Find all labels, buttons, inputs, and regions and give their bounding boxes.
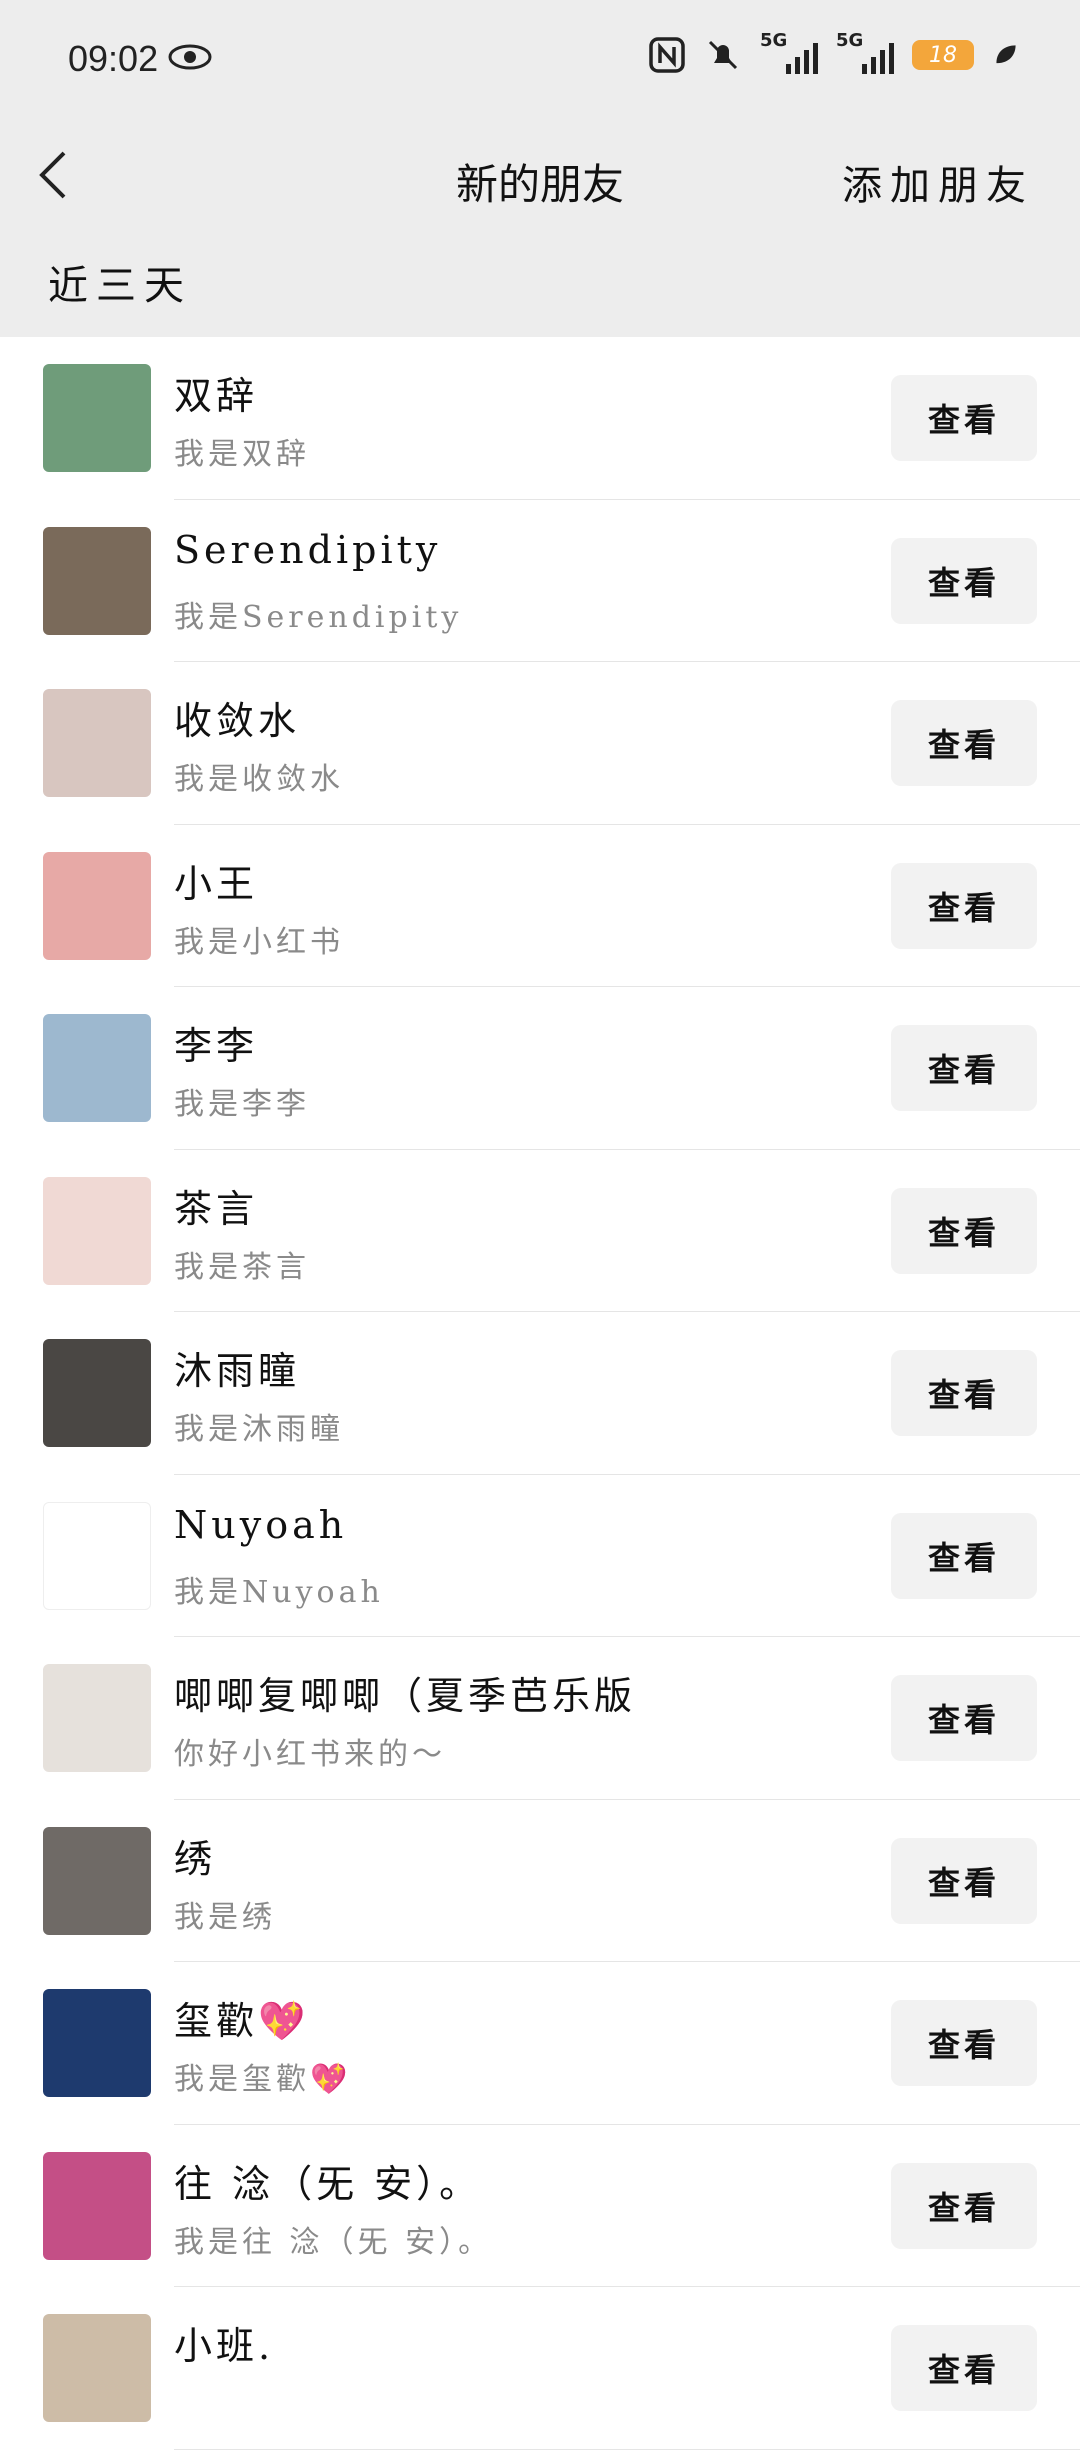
list-item[interactable]: 玺歡💖 我是玺歡💖 查看 [0, 1962, 1080, 2125]
leaf-icon [996, 45, 1016, 64]
nfc-icon [649, 37, 685, 73]
list-item[interactable]: 收敛水我是收敛水 查看 [0, 662, 1080, 825]
friend-message: 我是沐雨瞳 [174, 1412, 344, 1447]
avatar[interactable] [43, 1501, 151, 1610]
avatar[interactable] [43, 364, 151, 472]
view-button[interactable]: 查看 [891, 537, 1037, 624]
friend-message: 我是小红书 [174, 924, 344, 960]
friend-message: 我是玺歡💖 [174, 2062, 352, 2097]
view-button[interactable]: 查看 [891, 2162, 1037, 2249]
list-item[interactable]: 李李我是李李 查看 [0, 987, 1080, 1150]
avatar[interactable] [43, 1014, 151, 1122]
view-button[interactable]: 查看 [891, 375, 1037, 461]
status-bar: 09:02 5G 5G 18 [0, 0, 1080, 125]
list-item[interactable]: Nuyoah 我是Nuyoah 查看 [0, 1475, 1080, 1637]
friend-message: 我是收敛水 [174, 762, 344, 797]
battery-level: 18 [929, 42, 957, 68]
list-item[interactable]: Serendipity 我是Serendipity 查看 [0, 500, 1080, 662]
avatar[interactable] [43, 526, 151, 635]
signal-label-1: 5G [760, 30, 788, 51]
avatar[interactable] [43, 2314, 151, 2422]
list-item[interactable]: 双辞我是双辞 查看 [0, 337, 1080, 500]
avatar[interactable] [43, 1176, 151, 1285]
view-button[interactable]: 查看 [891, 2000, 1037, 2086]
eye-icon [168, 44, 212, 70]
view-button[interactable]: 查看 [891, 1025, 1037, 1111]
mute-bell-icon [708, 40, 738, 70]
section-title: 近三天 [48, 263, 192, 309]
list-item[interactable]: 小王我是小红书 查看 [0, 825, 1080, 987]
avatar[interactable] [43, 1989, 151, 2097]
friend-name: 李李 [174, 1024, 259, 1068]
friend-message: 我是茶言 [174, 1249, 310, 1285]
signal-icon-2: 5G [836, 30, 894, 74]
signal-icon: 5G [760, 30, 818, 74]
status-time: 09:02 [68, 38, 159, 79]
avatar[interactable] [43, 2151, 151, 2260]
avatar[interactable] [43, 851, 151, 960]
signal-label-2: 5G [836, 30, 864, 51]
avatar[interactable] [43, 1664, 151, 1772]
friend-name: 小王 [174, 861, 259, 906]
avatar[interactable] [43, 1339, 151, 1447]
status-icons: 5G 5G 18 [648, 30, 1020, 74]
friend-name: 绣 [174, 1836, 217, 1881]
friend-message: 我是双辞 [174, 437, 310, 472]
avatar[interactable] [43, 1826, 151, 1935]
friend-message: 你好小红书来的～ [174, 1737, 446, 1772]
view-button[interactable]: 查看 [891, 862, 1037, 949]
friend-name: 玺歡💖 [174, 1999, 310, 2043]
view-button[interactable]: 查看 [891, 2325, 1037, 2411]
friend-name: 唧唧复唧唧（夏季芭乐版 [174, 1674, 637, 1718]
add-friend-button[interactable]: 添加朋友 [842, 153, 1034, 211]
friend-name: Nuyoah [174, 1502, 348, 1547]
friend-name: 茶言 [174, 1186, 259, 1231]
divider [174, 2448, 1080, 2450]
view-button[interactable]: 查看 [891, 1837, 1037, 1924]
friend-name: 沐雨瞳 [174, 1349, 301, 1393]
friend-name: 双辞 [174, 374, 259, 418]
battery-indicator: 18 [912, 40, 974, 70]
view-button[interactable]: 查看 [891, 1675, 1037, 1761]
view-button[interactable]: 查看 [891, 1350, 1037, 1436]
friend-name: 往 淰（旡 安）。 [174, 2161, 482, 2206]
list-item[interactable]: 绣我是绣 查看 [0, 1800, 1080, 1962]
list-item[interactable]: 往 淰（旡 安）。我是往 淰（旡 安）。 查看 [0, 2125, 1080, 2287]
list-item[interactable]: 沐雨瞳我是沐雨瞳 查看 [0, 1312, 1080, 1475]
friend-name: Serendipity [174, 527, 442, 572]
friend-message: 我是往 淰（旡 安）。 [174, 2224, 493, 2260]
nav-bar: 新的朋友 添加朋友 [0, 125, 1080, 225]
friend-message: 我是Nuyoah [174, 1574, 384, 1610]
view-button[interactable]: 查看 [891, 1187, 1037, 1274]
view-button[interactable]: 查看 [891, 700, 1037, 786]
friend-name: 小班. [174, 2324, 275, 2368]
list-item[interactable]: 唧唧复唧唧（夏季芭乐版你好小红书来的～ 查看 [0, 1637, 1080, 1800]
list-item[interactable]: 茶言我是茶言 查看 [0, 1150, 1080, 1312]
friend-message: 我是李李 [174, 1087, 310, 1122]
view-button[interactable]: 查看 [891, 1512, 1037, 1599]
list-item[interactable]: 小班. 查看 [0, 2287, 1080, 2450]
avatar[interactable] [43, 689, 151, 797]
friend-message: 我是绣 [174, 1899, 276, 1935]
friend-name: 收敛水 [174, 699, 301, 743]
friend-request-list: 双辞 我是双辞 查看 Serendipity 我是Serendipity 查看 收敛水 我是收… [0, 337, 1080, 2450]
friend-message: 我是Serendipity [174, 599, 463, 635]
